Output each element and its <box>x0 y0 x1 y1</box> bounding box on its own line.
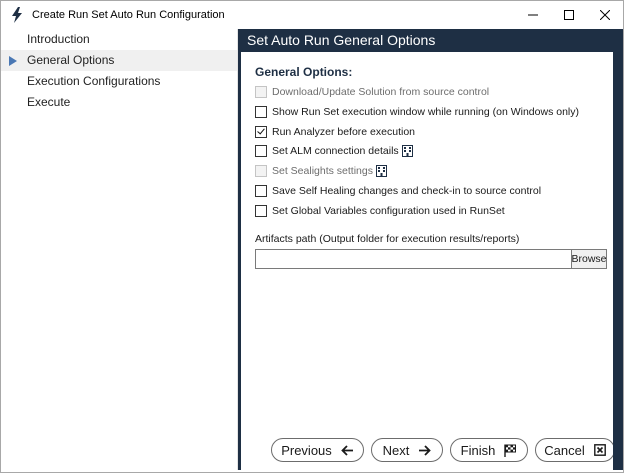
option-set-alm-connection[interactable]: Set ALM connection details <box>255 143 413 159</box>
current-step-arrow-icon <box>9 56 17 66</box>
option-label: Set Sealights settings <box>272 165 373 177</box>
checkbox-run-analyzer[interactable] <box>255 126 267 138</box>
checkbox-set-global-variables[interactable] <box>255 205 267 217</box>
minimize-icon <box>528 14 538 16</box>
option-set-global-variables[interactable]: Set Global Variables configuration used … <box>255 203 505 219</box>
window-title: Create Run Set Auto Run Configuration <box>32 9 225 21</box>
cancel-label: Cancel <box>544 442 585 458</box>
checkbox-save-self-healing[interactable] <box>255 185 267 197</box>
title-bar: Create Run Set Auto Run Configuration <box>1 1 623 29</box>
option-save-self-healing[interactable]: Save Self Healing changes and check-in t… <box>255 183 541 199</box>
sidebar-item-execute[interactable]: Execute <box>1 92 237 113</box>
arrow-right-icon <box>419 444 432 456</box>
wizard-window: Create Run Set Auto Run Configuration In… <box>0 0 624 473</box>
checkbox-download-update-solution <box>255 86 267 98</box>
option-label: Save Self Healing changes and check-in t… <box>272 185 542 197</box>
cancel-button[interactable]: Cancel <box>535 438 615 462</box>
building-icon[interactable] <box>401 145 413 157</box>
option-show-run-set-window[interactable]: Show Run Set execution window while runn… <box>255 104 579 120</box>
right-edge-bar <box>613 29 623 470</box>
app-lightning-icon <box>12 7 22 23</box>
close-button[interactable] <box>587 1 623 29</box>
close-icon <box>600 10 610 20</box>
sidebar-item-execution-configurations[interactable]: Execution Configurations <box>1 71 237 92</box>
option-set-sealights: Set Sealights settings <box>255 163 387 179</box>
option-label: Set ALM connection details <box>272 145 399 157</box>
sidebar-item-label: Execute <box>27 95 71 109</box>
option-label: Download/Update Solution from source con… <box>272 86 490 98</box>
finish-label: Finish <box>460 442 496 458</box>
maximize-button[interactable] <box>551 1 587 29</box>
next-label: Next <box>382 442 410 458</box>
artifacts-path-label: Artifacts path (Output folder for execut… <box>255 233 520 245</box>
checkbox-set-sealights <box>255 165 267 177</box>
sidebar-item-introduction[interactable]: Introduction <box>1 29 237 50</box>
artifacts-path-input[interactable] <box>255 249 574 269</box>
sidebar-item-label: Execution Configurations <box>27 74 161 88</box>
minimize-button[interactable] <box>515 1 551 29</box>
page-title: Set Auto Run General Options <box>241 29 613 52</box>
option-label: Run Analyzer before execution <box>272 126 416 138</box>
option-label: Set Global Variables configuration used … <box>272 205 505 217</box>
option-run-analyzer[interactable]: Run Analyzer before execution <box>255 124 415 140</box>
checkered-flag-icon <box>504 444 517 457</box>
wizard-steps-sidebar: Introduction General Options Execution C… <box>1 29 238 470</box>
building-icon <box>375 165 387 177</box>
option-download-update-solution: Download/Update Solution from source con… <box>255 84 489 100</box>
maximize-icon <box>564 10 574 20</box>
close-box-icon <box>593 444 606 456</box>
option-label: Show Run Set execution window while runn… <box>272 106 579 118</box>
section-title: General Options: <box>255 65 353 79</box>
next-button[interactable]: Next <box>371 438 443 462</box>
browse-button[interactable]: Browse <box>571 249 607 269</box>
finish-button[interactable]: Finish <box>450 438 528 462</box>
arrow-left-icon <box>341 444 353 456</box>
previous-button[interactable]: Previous <box>271 438 364 462</box>
sidebar-item-label: General Options <box>27 53 115 67</box>
checkbox-show-run-set-window[interactable] <box>255 106 267 118</box>
previous-label: Previous <box>281 442 332 458</box>
sidebar-item-label: Introduction <box>27 32 90 46</box>
sidebar-item-general-options[interactable]: General Options <box>1 50 237 71</box>
checkbox-set-alm-connection[interactable] <box>255 145 267 157</box>
main-panel: Set Auto Run General Options General Opt… <box>241 29 615 470</box>
